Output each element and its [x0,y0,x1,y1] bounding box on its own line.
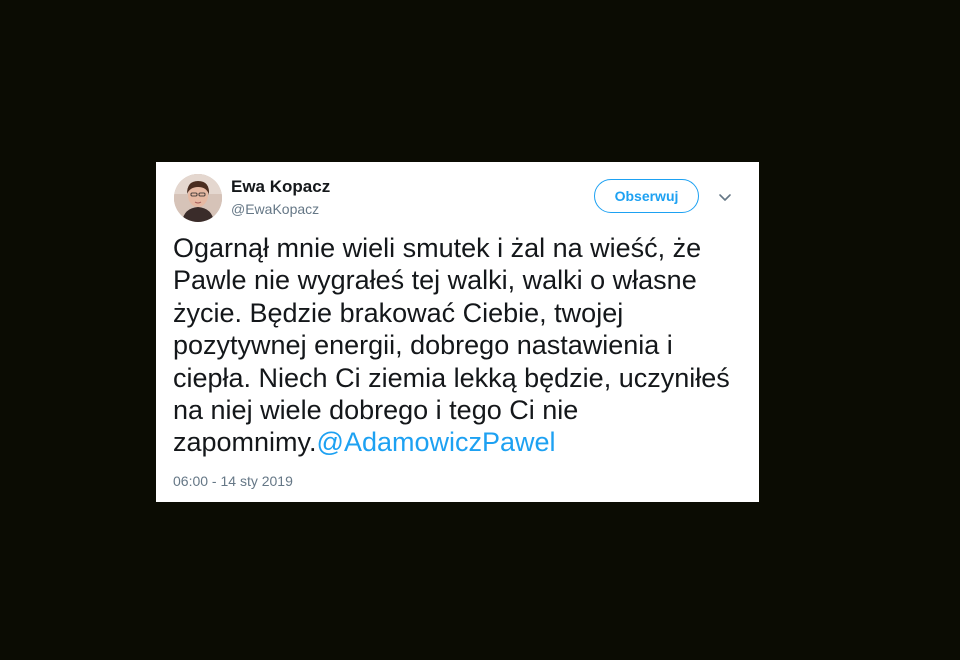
avatar-image [174,174,222,222]
tweet-body: Ogarnął mnie wieli smutek i żal na wieść… [173,233,730,458]
mention-link[interactable]: @AdamowiczPawel [317,427,556,457]
tweet-card: Ewa Kopacz @EwaKopacz Obserwuj Ogarnął m… [156,162,759,502]
tweet-timestamp[interactable]: 06:00 - 14 sty 2019 [173,473,293,489]
author-handle[interactable]: @EwaKopacz [231,200,319,218]
chevron-down-icon[interactable] [716,188,734,206]
author-name[interactable]: Ewa Kopacz [231,177,330,197]
avatar[interactable] [174,174,222,222]
tweet-text: Ogarnął mnie wieli smutek i żal na wieść… [173,232,743,459]
follow-button[interactable]: Obserwuj [594,179,699,213]
